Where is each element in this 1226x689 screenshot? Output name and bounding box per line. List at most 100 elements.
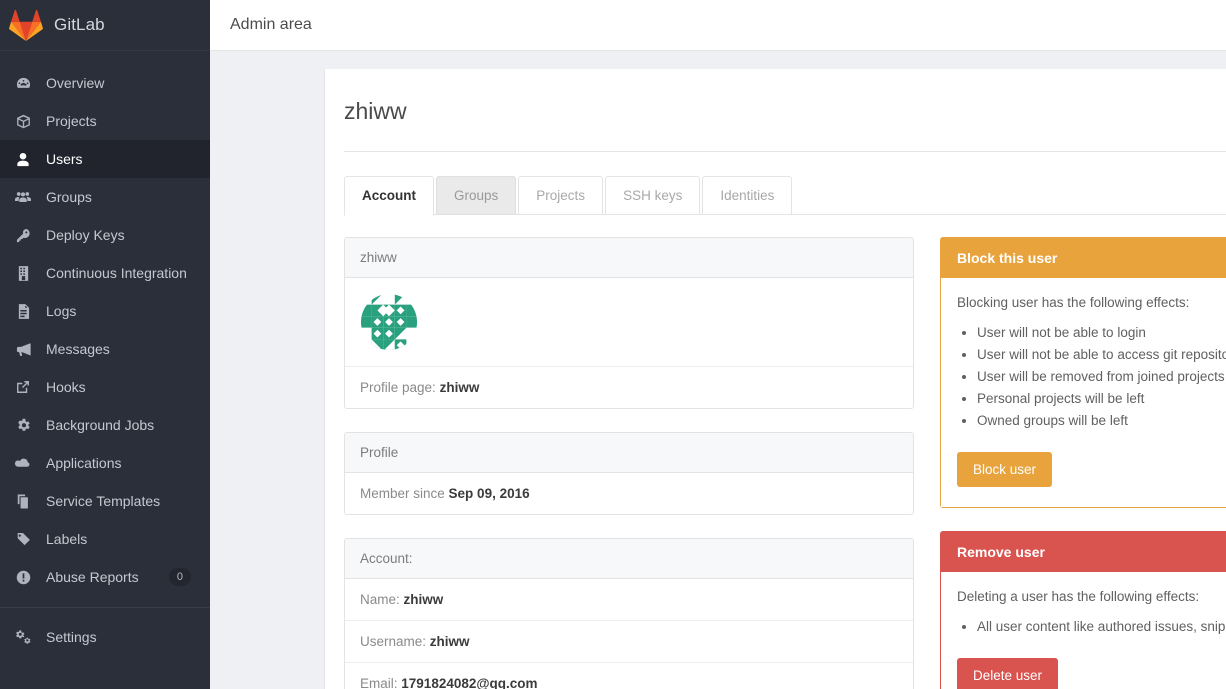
sidebar-divider <box>0 607 210 608</box>
brand-header[interactable]: GitLab <box>0 0 210 51</box>
sidebar-item-label: Settings <box>46 629 97 645</box>
tab-projects[interactable]: Projects <box>518 176 604 215</box>
block-user-panel-body: Blocking user has the following effects:… <box>941 278 1226 507</box>
sidebar-item-users[interactable]: Users <box>0 140 210 178</box>
sidebar-item-applications[interactable]: Applications <box>0 444 210 482</box>
remove-user-effects-list: All user content like authored issues, s… <box>977 616 1226 638</box>
profile-card: Profile Member since Sep 09, 2016 <box>344 432 914 515</box>
sidebar-item-background-jobs[interactable]: Background Jobs <box>0 406 210 444</box>
sidebar-item-projects[interactable]: Projects <box>0 102 210 140</box>
sidebar-item-label: Messages <box>46 341 110 357</box>
top-navbar: Admin area <box>210 0 1226 51</box>
tab-identities[interactable]: Identities <box>702 176 793 215</box>
sidebar-nav: Overview Projects Users Groups Deploy Ke… <box>0 51 210 656</box>
remove-user-panel: Remove user Deleting a user has the foll… <box>940 531 1226 689</box>
cube-icon <box>12 114 34 129</box>
gitlab-admin-page: GitLab Overview Projects Users Groups De… <box>0 0 1226 689</box>
sidebar-item-deploy-keys[interactable]: Deploy Keys <box>0 216 210 254</box>
sidebar-item-label: Logs <box>46 303 77 319</box>
sidebar-item-messages[interactable]: Messages <box>0 330 210 368</box>
tab-account[interactable]: Account <box>344 176 434 216</box>
member-since-label: Member since <box>360 486 445 501</box>
account-body: zhiww Profile page: zhiww Profile Member… <box>344 215 1226 689</box>
list-item: Owned groups will be left <box>977 410 1226 432</box>
sidebar: GitLab Overview Projects Users Groups De… <box>0 0 210 689</box>
key-icon <box>12 228 34 243</box>
member-since-row: Member since Sep 09, 2016 <box>345 473 913 514</box>
block-user-panel-header: Block this user <box>941 238 1226 278</box>
page-context-title: Admin area <box>230 16 312 33</box>
email-label: Email: <box>360 676 398 689</box>
file-text-icon <box>12 303 34 319</box>
sidebar-item-label: Background Jobs <box>46 417 155 433</box>
block-user-effects-list: User will not be able to login User will… <box>977 322 1226 432</box>
sidebar-item-continuous-integration[interactable]: Continuous Integration <box>0 254 210 292</box>
account-card: Account: Name: zhiww Username: zhiww Ema… <box>344 538 914 689</box>
gear-icon <box>12 418 34 433</box>
account-card-header: Account: <box>345 539 913 579</box>
brand-name: GitLab <box>54 15 105 34</box>
sidebar-item-settings[interactable]: Settings <box>0 618 210 656</box>
sidebar-item-label: Deploy Keys <box>46 227 125 243</box>
user-tabs: Account Groups Projects SSH keys Identit… <box>344 176 1226 216</box>
content-panel: zhiww Account Groups Projects SSH keys I… <box>324 69 1226 689</box>
right-column: Block this user Blocking user has the fo… <box>940 237 1226 689</box>
remove-user-lead: Deleting a user has the following effect… <box>957 589 1200 604</box>
identicon-avatar-icon <box>360 293 418 351</box>
list-item: All user content like authored issues, s… <box>977 616 1226 638</box>
profile-page-value[interactable]: zhiww <box>440 380 480 395</box>
email-value[interactable]: 1791824082@qq.com <box>401 676 537 689</box>
sidebar-item-label: Projects <box>46 113 97 129</box>
table-row: Name: zhiww <box>345 579 913 621</box>
remove-user-panel-header: Remove user <box>941 532 1226 572</box>
external-link-icon <box>12 380 34 394</box>
sidebar-item-label: Labels <box>46 531 88 547</box>
table-row: Username: zhiww <box>345 621 913 663</box>
profile-page-row: Profile page: zhiww <box>345 367 913 408</box>
gitlab-tanuki-logo-icon <box>9 9 43 42</box>
list-item: User will not be able to login <box>977 322 1226 344</box>
user-identity-card-header: zhiww <box>345 238 913 278</box>
sidebar-item-label: Continuous Integration <box>46 265 187 281</box>
sidebar-item-label: Overview <box>46 75 105 91</box>
sidebar-item-label: Groups <box>46 189 92 205</box>
profile-card-header: Profile <box>345 433 913 473</box>
profile-page-label: Profile page: <box>360 380 436 395</box>
sidebar-item-label: Applications <box>46 455 122 471</box>
avatar-row <box>345 278 913 367</box>
sidebar-item-labels[interactable]: Labels <box>0 520 210 558</box>
sidebar-item-logs[interactable]: Logs <box>0 292 210 330</box>
block-user-lead: Blocking user has the following effects: <box>957 295 1190 310</box>
left-column: zhiww Profile page: zhiww Profile Member… <box>344 237 914 689</box>
sidebar-item-label: Hooks <box>46 379 86 395</box>
sidebar-item-label: Service Templates <box>46 493 161 509</box>
sidebar-item-abuse-reports[interactable]: Abuse Reports 0 <box>0 558 210 596</box>
sidebar-item-hooks[interactable]: Hooks <box>0 368 210 406</box>
sidebar-item-overview[interactable]: Overview <box>0 64 210 102</box>
sidebar-item-service-templates[interactable]: Service Templates <box>0 482 210 520</box>
list-item: User will be removed from joined project… <box>977 366 1226 388</box>
building-icon <box>12 265 34 281</box>
tab-groups[interactable]: Groups <box>436 176 517 215</box>
username-label: Username: <box>360 634 427 649</box>
remove-user-panel-body: Deleting a user has the following effect… <box>941 572 1226 689</box>
table-row: Email: 1791824082@qq.com <box>345 663 913 689</box>
tag-icon <box>12 532 34 547</box>
dashboard-icon <box>12 76 34 91</box>
content-canvas: zhiww Account Groups Projects SSH keys I… <box>210 51 1226 689</box>
copy-icon <box>12 494 34 509</box>
member-since-value: Sep 09, 2016 <box>448 486 530 501</box>
tab-ssh-keys[interactable]: SSH keys <box>605 176 701 215</box>
list-item: Personal projects will be left <box>977 388 1226 410</box>
main-region: Admin area zhiww Account Groups Projects… <box>210 0 1226 689</box>
block-user-button[interactable]: Block user <box>957 452 1053 487</box>
user-identity-card: zhiww Profile page: zhiww <box>344 237 914 409</box>
sidebar-item-groups[interactable]: Groups <box>0 178 210 216</box>
username-value: zhiww <box>429 634 470 649</box>
abuse-reports-badge: 0 <box>168 568 191 586</box>
page-title: zhiww <box>344 69 1226 152</box>
block-user-panel: Block this user Blocking user has the fo… <box>940 237 1226 508</box>
name-value: zhiww <box>403 592 444 607</box>
delete-user-button[interactable]: Delete user <box>957 658 1059 689</box>
exclamation-circle-icon <box>12 570 34 585</box>
